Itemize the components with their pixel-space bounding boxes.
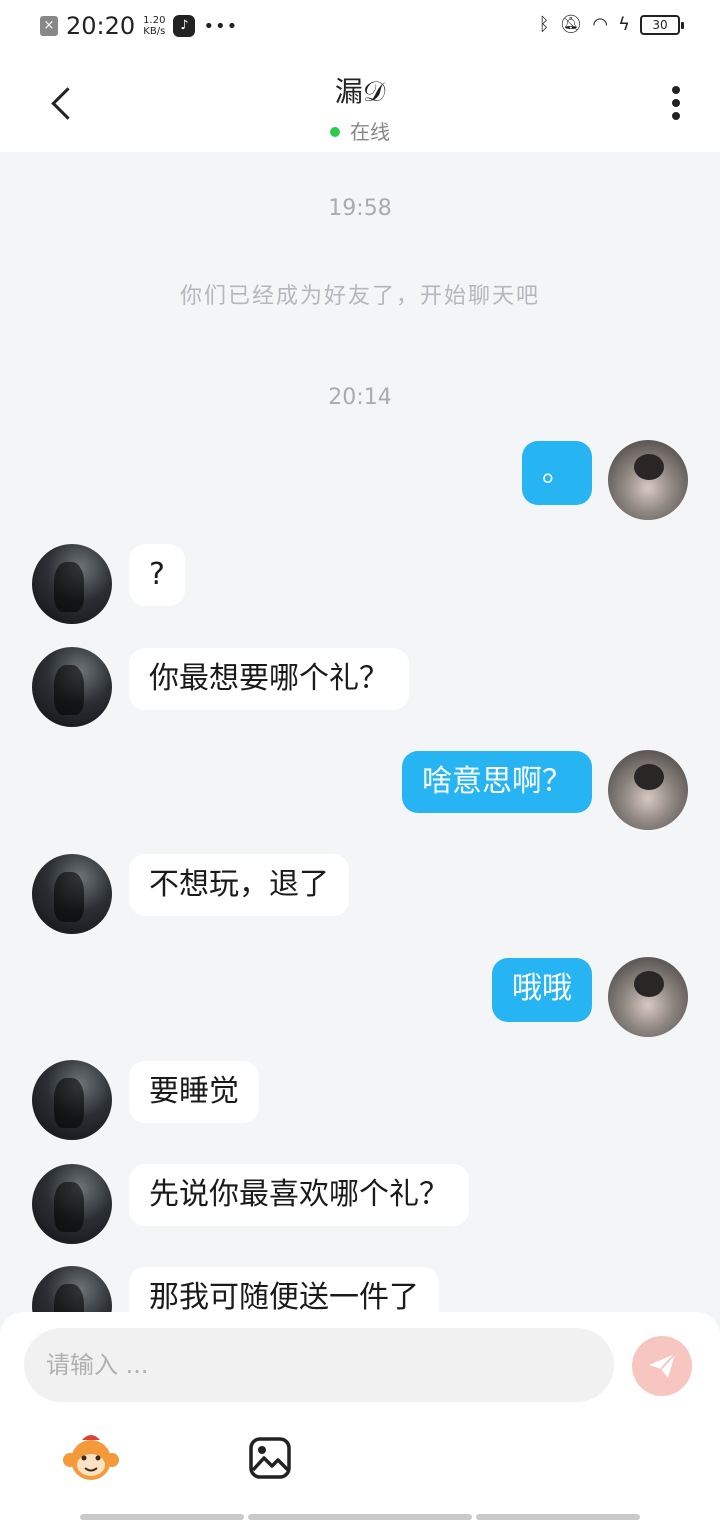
image-icon[interactable] (248, 1436, 292, 1480)
nav-bar-segment (248, 1514, 472, 1520)
online-status: 在线 (0, 116, 720, 145)
incoming-message-bubble[interactable]: 先说你最喜欢哪个礼？ (129, 1164, 469, 1226)
incoming-message-bubble[interactable]: 你最想要哪个礼？ (129, 648, 409, 710)
bluetooth-icon: ᛒ (538, 14, 550, 35)
chat-message-list[interactable]: 19:58 你们已经成为好友了，开始聊天吧 20:14 。 ? 你最想要哪个礼？… (0, 152, 720, 1312)
contact-avatar[interactable] (32, 544, 112, 624)
outgoing-message-bubble[interactable]: 哦哦 (492, 958, 592, 1022)
monkey-emoji-icon[interactable] (62, 1432, 120, 1482)
timestamp: 19:58 (328, 196, 392, 221)
contact-avatar[interactable] (32, 1060, 112, 1140)
contact-avatar[interactable] (32, 854, 112, 934)
contact-avatar[interactable] (32, 1266, 112, 1312)
contact-avatar[interactable] (32, 647, 112, 727)
charging-icon: ϟ (618, 14, 630, 35)
incoming-message-bubble[interactable]: ? (129, 544, 185, 606)
my-avatar[interactable] (608, 440, 688, 520)
notification-icon: × (40, 16, 58, 36)
nav-bar-segment (80, 1514, 244, 1520)
mute-bell-icon: 🔕︎ (559, 14, 583, 35)
status-bar: × 20:20 1.20 KB/s ♪ ••• ᛒ 🔕︎ ◠ ϟ 30 (0, 0, 720, 56)
battery-icon: 30 (640, 14, 684, 35)
outgoing-message-bubble[interactable]: 啥意思啊？ (402, 751, 592, 813)
composer (0, 1312, 720, 1520)
wifi-icon: ◠ (592, 14, 609, 35)
contact-name: 漏𝒟 (334, 75, 386, 108)
contact-avatar[interactable] (32, 1164, 112, 1244)
send-button[interactable] (632, 1336, 692, 1396)
status-time: 20:20 (66, 12, 136, 40)
chat-header: 漏𝒟 在线 (0, 56, 720, 152)
my-avatar[interactable] (608, 957, 688, 1037)
timestamp: 20:14 (328, 385, 392, 410)
incoming-message-bubble[interactable]: 要睡觉 (129, 1061, 259, 1123)
more-notifications-icon: ••• (203, 15, 239, 37)
tiktok-icon: ♪ (173, 15, 196, 37)
net-speed: 1.20 KB/s (143, 15, 166, 37)
more-options-icon[interactable] (668, 86, 684, 126)
online-status-label: 在线 (350, 120, 390, 144)
system-message: 你们已经成为好友了，开始聊天吧 (179, 284, 540, 309)
online-dot-icon (330, 127, 340, 137)
incoming-message-bubble[interactable]: 那我可随便送一件了 (129, 1267, 439, 1312)
paper-plane-icon (649, 1353, 676, 1378)
incoming-message-bubble[interactable]: 不想玩，退了 (129, 854, 349, 916)
my-avatar[interactable] (608, 750, 688, 830)
nav-bar-segment (476, 1514, 640, 1520)
outgoing-message-bubble[interactable]: 。 (522, 441, 592, 505)
message-input[interactable] (24, 1328, 614, 1402)
